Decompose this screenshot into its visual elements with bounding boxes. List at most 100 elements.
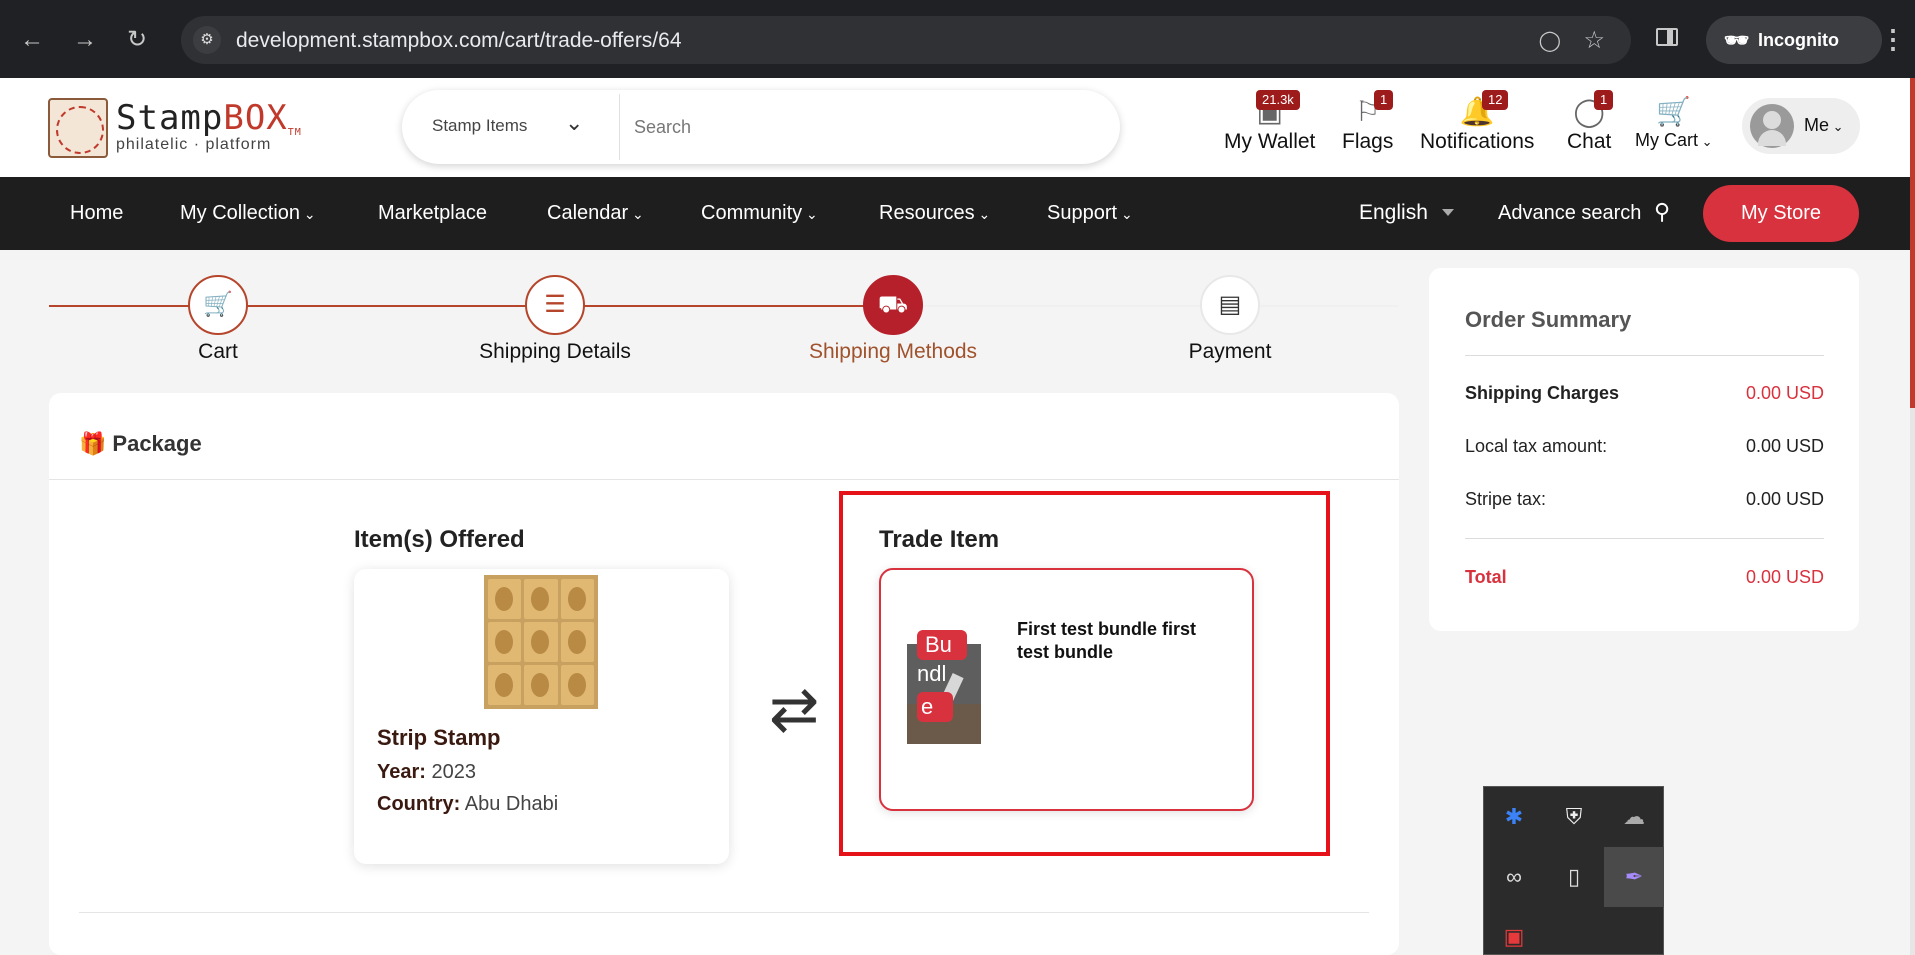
bundle-badge-line2: ndl	[917, 661, 947, 686]
flags-label: Flags	[1342, 130, 1394, 153]
profile-label-text: Me	[1804, 115, 1830, 135]
forward-icon[interactable]: →	[73, 26, 97, 54]
stamp-image[interactable]	[484, 575, 598, 709]
country-value: Abu Dhabi	[464, 793, 559, 815]
notifications-button[interactable]: 🔔 Notifications 12	[1420, 90, 1534, 154]
stepper-progress-line	[49, 305, 893, 307]
bell-icon: 🔔	[1459, 96, 1495, 127]
logo-stamp-icon[interactable]	[48, 98, 108, 158]
order-summary-card: Order Summary Shipping Charges 0.00 USD …	[1429, 268, 1859, 631]
trade-item-card[interactable]: Bu ndl e First test bundle first test bu…	[879, 568, 1254, 811]
shipping-charges-label: Shipping Charges	[1465, 383, 1620, 403]
notifications-badge: 12	[1482, 90, 1509, 110]
total-label: Total	[1465, 567, 1507, 587]
nav-support[interactable]: Support ⌄	[1047, 202, 1133, 225]
url-text[interactable]: development.stampbox.com/cart/trade-offe…	[236, 29, 682, 53]
address-bar[interactable]: ⚙ development.stampbox.com/cart/trade-of…	[181, 16, 1631, 64]
step-shipping-methods-label: Shipping Methods	[808, 340, 978, 363]
nav-calendar-label: Calendar	[547, 202, 629, 224]
step-shipping-details-circle: ☰	[525, 275, 585, 335]
chat-label: Chat	[1567, 130, 1612, 153]
offered-item-year: Year: 2023	[377, 761, 476, 784]
order-summary-title: Order Summary	[1465, 307, 1632, 332]
logo[interactable]: StampBOXTM	[116, 98, 302, 138]
cash-icon: ▤	[1218, 291, 1242, 318]
chevron-down-icon: ⌄	[802, 206, 818, 222]
advance-search-link[interactable]: Advance search	[1498, 202, 1641, 225]
scrollbar-thumb[interactable]	[1910, 78, 1915, 408]
page-scrollbar[interactable]	[1910, 78, 1915, 955]
profile-menu[interactable]: Me ⌄	[1742, 98, 1860, 154]
usb-drive-icon[interactable]: ▯	[1544, 847, 1604, 907]
year-label: Year:	[377, 761, 426, 783]
side-panel-icon[interactable]	[1656, 28, 1678, 46]
package-title: 🎁 Package	[79, 431, 202, 457]
shipping-truck-icon: ⛟	[877, 291, 909, 318]
summary-divider	[1465, 355, 1824, 356]
offered-item-country: Country: Abu Dhabi	[377, 793, 558, 816]
search-icon[interactable]: ⚲	[1654, 199, 1670, 225]
bluetooth-icon[interactable]: ✱	[1484, 787, 1544, 847]
security-shield-icon[interactable]: ⛨	[1544, 787, 1604, 847]
nav-marketplace[interactable]: Marketplace	[378, 202, 487, 225]
tracking-protection-icon[interactable]: ◯	[1539, 28, 1561, 53]
items-offered-title: Item(s) Offered	[354, 526, 525, 553]
bundle-badge-line3: e	[917, 692, 953, 722]
chat-button[interactable]: ◯ Chat 1	[1567, 90, 1614, 154]
logo-accent-text: BOX	[223, 98, 288, 138]
swap-arrows-icon: ⇄	[769, 676, 820, 743]
my-store-button[interactable]: My Store	[1703, 185, 1859, 242]
cart-icon: 🛒	[1656, 96, 1692, 127]
system-tray-popup: ✱ ⛨ ☁ ∞ ▯ ✒ ▣	[1483, 786, 1664, 955]
search-input[interactable]	[634, 100, 1094, 154]
pdf-app-icon[interactable]: ▣	[1484, 907, 1544, 955]
total-value: 0.00 USD	[1745, 567, 1824, 587]
trade-item-title: Trade Item	[879, 526, 1000, 553]
feather-pen-icon[interactable]: ✒	[1604, 847, 1664, 907]
nav-my-collection-label: My Collection	[180, 202, 301, 224]
language-select[interactable]: English	[1359, 201, 1428, 225]
search-bar: Stamp Items ⌄	[402, 90, 1120, 164]
bundle-badge: Bu	[917, 630, 967, 660]
summary-divider	[1465, 538, 1824, 539]
search-divider	[619, 94, 620, 160]
step-payment-circle: ▤	[1200, 275, 1260, 335]
wallet-button[interactable]: ▣ My Wallet 21.3k	[1224, 90, 1316, 154]
step-shipping-methods-circle: ⛟	[863, 275, 923, 335]
avatar	[1750, 104, 1794, 148]
receipt-icon: ☰	[544, 291, 566, 318]
bookmark-star-icon[interactable]: ☆	[1583, 26, 1605, 55]
nav-calendar[interactable]: Calendar ⌄	[547, 202, 644, 225]
flags-button[interactable]: ⚐ Flags 1	[1342, 90, 1394, 154]
package-divider	[49, 479, 1399, 480]
creative-cloud-icon[interactable]: ∞	[1484, 847, 1544, 907]
cart-button[interactable]: 🛒 My Cart ⌄	[1635, 94, 1713, 151]
incognito-badge[interactable]: 🕶 Incognito	[1706, 16, 1882, 64]
site-settings-icon[interactable]: ⚙	[193, 26, 221, 54]
nav-my-collection[interactable]: My Collection ⌄	[180, 202, 316, 225]
step-payment-label: Payment	[1188, 340, 1272, 363]
caret-down-icon[interactable]	[1442, 209, 1454, 216]
browser-menu-icon[interactable]: ⋮	[1880, 24, 1906, 55]
reload-icon[interactable]: ↻	[127, 26, 147, 54]
cart-icon: 🛒	[203, 291, 233, 318]
wallet-label: My Wallet	[1224, 130, 1316, 153]
browser-chrome: ← → ↻ ⚙ development.stampbox.com/cart/tr…	[0, 0, 1915, 78]
trade-item-name[interactable]: First test bundle first test bundle	[1017, 618, 1227, 664]
logo-tagline: philatelic · platform	[116, 136, 272, 153]
back-icon[interactable]: ←	[20, 26, 44, 54]
search-category-select[interactable]: Stamp Items	[432, 116, 527, 136]
nav-resources[interactable]: Resources ⌄	[879, 202, 990, 225]
stripe-tax-label: Stripe tax:	[1465, 489, 1547, 509]
nav-community[interactable]: Community ⌄	[701, 202, 818, 225]
chevron-down-icon[interactable]: ⌄	[565, 110, 583, 136]
package-title-text: Package	[112, 431, 202, 456]
incognito-label: Incognito	[1758, 30, 1839, 50]
chevron-down-icon: ⌄	[628, 206, 644, 222]
flags-badge: 1	[1374, 90, 1394, 110]
shipping-charges-value: 0.00 USD	[1745, 383, 1824, 403]
cloud-offline-icon[interactable]: ☁	[1604, 787, 1664, 847]
nav-home[interactable]: Home	[70, 202, 123, 225]
offered-item-card[interactable]: Strip Stamp Year: 2023 Country: Abu Dhab…	[354, 569, 729, 864]
site-header: StampBOXTM philatelic · platform Stamp I…	[0, 78, 1910, 177]
